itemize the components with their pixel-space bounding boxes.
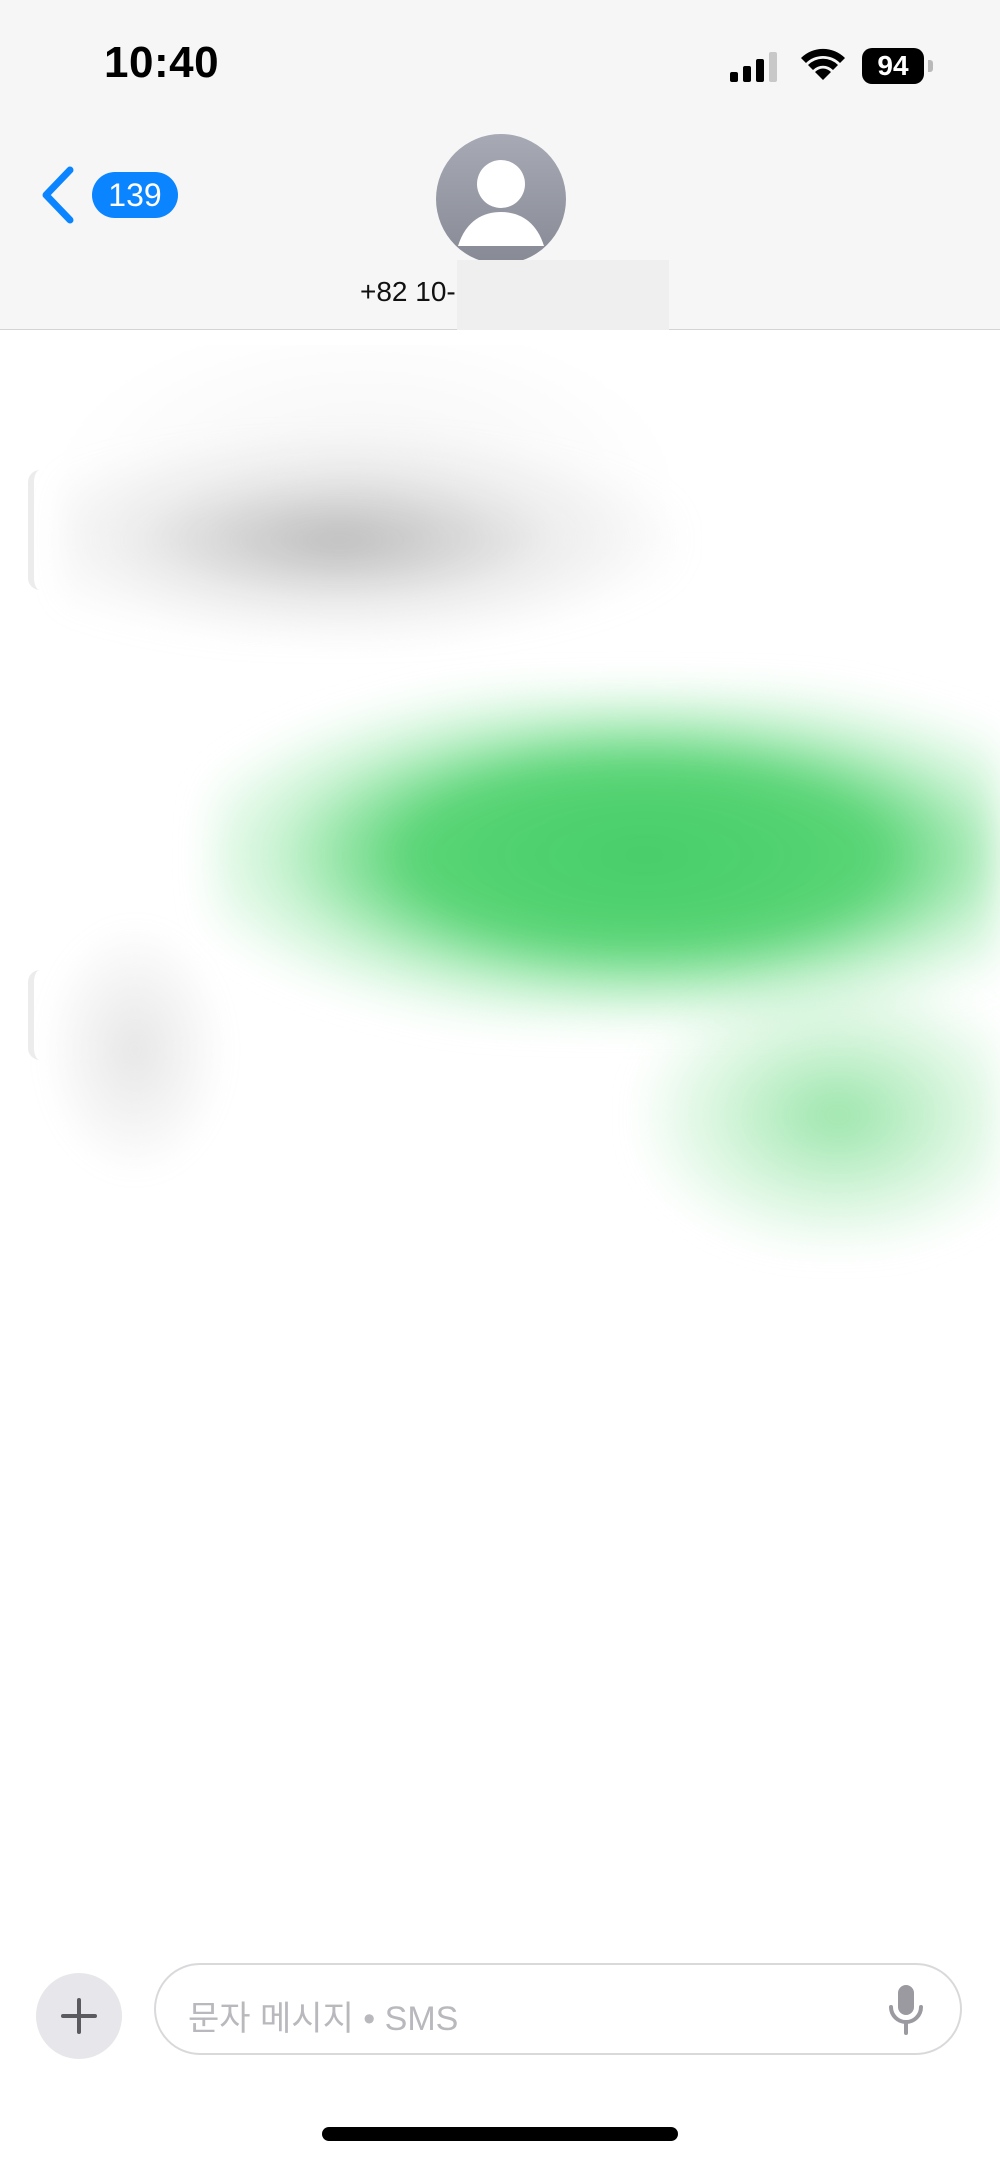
conversation-header: 139 +82 10- (0, 130, 1000, 330)
bubble-edge (28, 470, 52, 590)
message-input-placeholder: 문자 메시지 • SMS (188, 2000, 459, 2038)
bubble-edge (28, 970, 52, 1060)
contact-avatar[interactable] (436, 134, 566, 264)
status-time: 10:40 (104, 38, 220, 87)
back-button[interactable]: 139 (38, 160, 178, 230)
home-indicator[interactable] (322, 2127, 678, 2141)
battery-level: 94 (862, 48, 924, 84)
received-message-bubble (40, 920, 230, 1180)
received-message-bubble (60, 440, 680, 640)
contact-number[interactable]: +82 10- (360, 276, 456, 308)
composer-bar: 문자 메시지 • SMS (0, 1950, 1000, 2070)
sent-message-bubble (210, 690, 1000, 1020)
unread-count-badge: 139 (92, 172, 178, 218)
message-input[interactable]: 문자 메시지 • SMS (154, 1963, 962, 2055)
status-bar: 10:40 94 (0, 0, 1000, 130)
battery-cap (928, 60, 933, 72)
add-attachment-button[interactable] (36, 1973, 122, 2059)
chevron-left-icon (42, 166, 74, 224)
battery-icon: 94 (862, 48, 934, 84)
redacted-area (457, 260, 669, 330)
person-icon (458, 160, 544, 246)
message-list (0, 330, 1000, 1930)
plus-icon-stroke (77, 1998, 81, 2034)
microphone-icon[interactable] (886, 1983, 926, 2037)
wifi-icon (801, 48, 845, 80)
sent-message-bubble (640, 980, 1000, 1250)
cellular-signal-icon (730, 52, 777, 82)
